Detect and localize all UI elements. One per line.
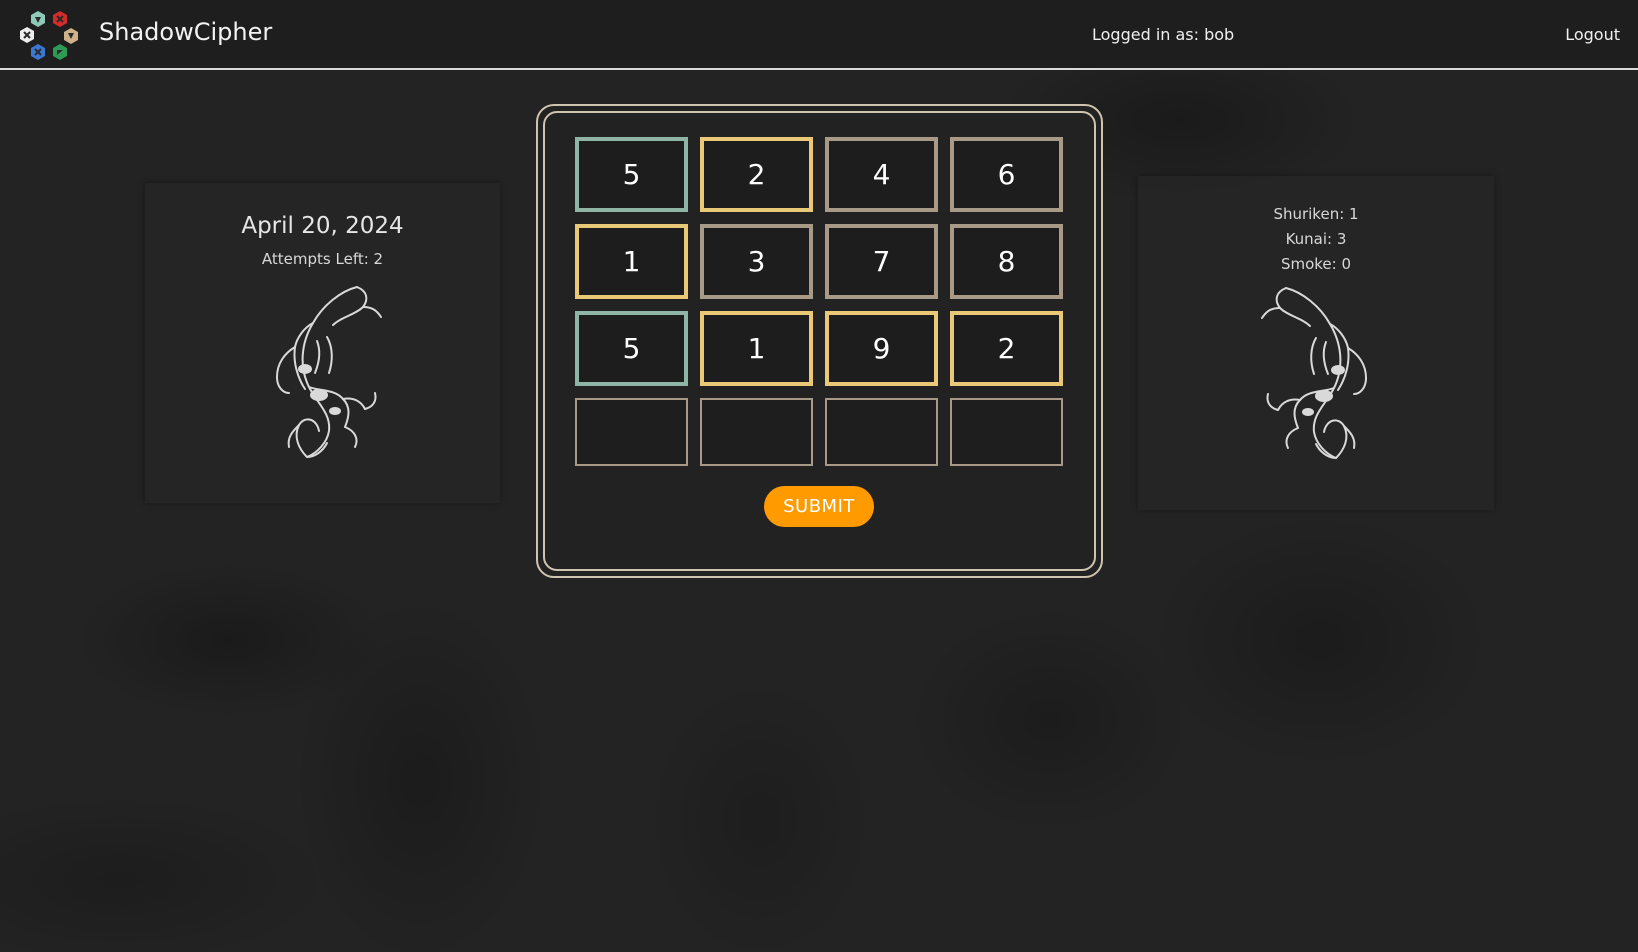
kunai-count: Kunai: 3	[1285, 230, 1347, 248]
page: ShadowCipher Logged in as: bob Logout Ap…	[0, 0, 1638, 952]
guess-cell: 4	[825, 137, 938, 212]
guess-cell: 2	[950, 311, 1063, 386]
guess-cell: 5	[575, 311, 688, 386]
puzzle-date: April 20, 2024	[241, 213, 404, 239]
guess-cell: 5	[575, 137, 688, 212]
submit-button[interactable]: SUBMIT	[764, 486, 874, 527]
guess-cell: 7	[825, 224, 938, 299]
inventory-card: Shuriken: 1 Kunai: 3 Smoke: 0	[1138, 176, 1494, 510]
guess-cell: 3	[700, 224, 813, 299]
guess-cell: 9	[825, 311, 938, 386]
guess-input-cell[interactable]	[950, 398, 1063, 466]
smoke-count: Smoke: 0	[1280, 255, 1352, 273]
top-navbar: ShadowCipher Logged in as: bob Logout	[0, 0, 1638, 70]
guess-input-cell[interactable]	[825, 398, 938, 466]
guess-cell: 8	[950, 224, 1063, 299]
guess-input-cell[interactable]	[700, 398, 813, 466]
shuriken-count: Shuriken: 1	[1273, 205, 1359, 223]
guess-cell: 6	[950, 137, 1063, 212]
koi-fish-icon	[275, 286, 382, 458]
logout-link[interactable]: Logout	[1565, 25, 1620, 44]
attempts-left: Attempts Left: 2	[261, 250, 384, 268]
logged-in-user-label: Logged in as: bob	[1092, 25, 1235, 44]
logo-icon[interactable]	[18, 9, 80, 61]
guess-cell: 1	[700, 311, 813, 386]
guess-cell: 2	[700, 137, 813, 212]
guess-input-cell[interactable]	[575, 398, 688, 466]
guess-cell: 1	[575, 224, 688, 299]
koi-fish-icon	[1261, 287, 1368, 459]
date-card: April 20, 2024 Attempts Left: 2	[145, 183, 500, 503]
brand-title[interactable]: ShadowCipher	[99, 18, 272, 46]
